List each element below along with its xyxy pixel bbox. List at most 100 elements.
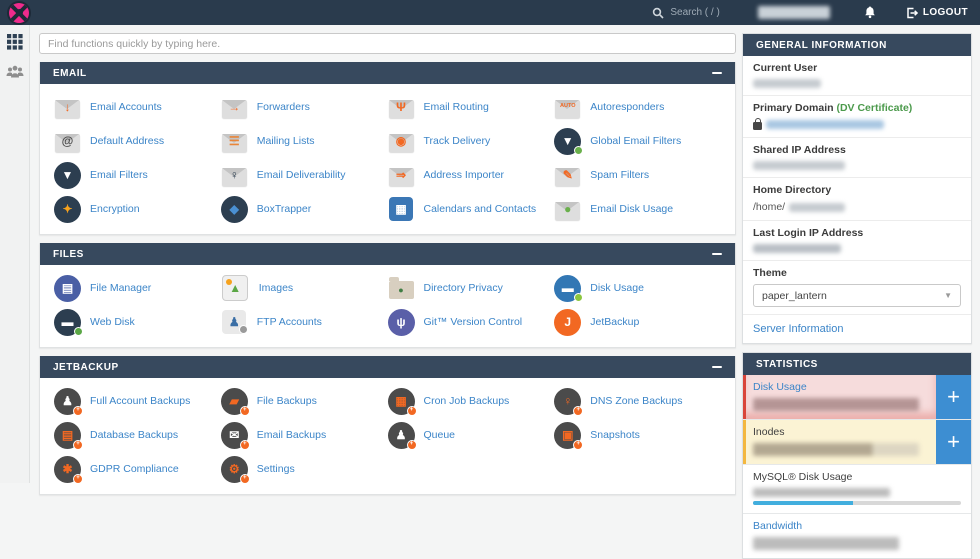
refresh-badge-icon: + [406,439,417,450]
item-autoresponders[interactable]: AUTO Autoresponders [554,94,721,121]
item-ftp-accounts[interactable]: ♟ FTP Accounts [221,310,388,334]
logout-button[interactable]: LOGOUT [906,7,968,19]
item-email-deliverability[interactable]: ♀ Email Deliverability [221,162,388,189]
quick-search-input[interactable] [39,33,736,54]
full-account-backups-icon: ♟ + [54,387,83,416]
item-label: Email Deliverability [256,169,346,181]
theme-value: paper_lantern [762,289,827,302]
item-mailing-lists[interactable]: ☰ Mailing Lists [221,128,388,155]
collapse-icon[interactable] [712,365,722,369]
queue-icon: ♟ + [387,421,417,450]
collapse-icon[interactable] [712,71,722,75]
database-backups-icon: ▤ + [54,421,83,450]
item-directory-privacy[interactable]: ● Directory Privacy [388,277,555,299]
item-email-disk-usage[interactable]: ● Email Disk Usage [554,196,721,223]
dv-certificate-link[interactable]: (DV Certificate) [834,102,912,114]
item-spam-filters[interactable]: ✎ Spam Filters [554,162,721,189]
item-global-email-filters[interactable]: ▼ Global Email Filters [554,127,721,155]
gi-value [753,79,961,88]
item-email-accounts[interactable]: ↓ Email Accounts [54,94,221,121]
item-email-routing[interactable]: Ψ Email Routing [388,94,555,121]
file-backups-icon: ▰ + [220,387,250,416]
item-encryption[interactable]: ✦ Encryption [54,195,221,223]
item-label: Email Routing [423,101,489,113]
theme-select[interactable]: paper_lantern ▼ [753,284,961,307]
user-manager-button[interactable] [6,65,24,79]
default-address-icon: @ [54,128,81,155]
section-title: JETBACKUP [53,361,119,373]
cpanel-logo-icon[interactable] [9,2,29,23]
search-shortcut-label: Search ( / ) [670,7,720,18]
item-git-version-control[interactable]: ψ Git™ Version Control [387,308,555,336]
item-images[interactable]: ▲ Images [221,275,388,301]
blurred-value [789,202,846,212]
item-label: Cron Job Backups [423,395,510,407]
item-file-manager[interactable]: ▤ File Manager [54,274,221,302]
item-label: BoxTrapper [256,203,312,215]
refresh-badge-icon: + [239,439,250,450]
refresh-badge-icon: + [73,473,83,484]
item-label: Encryption [90,203,140,215]
item-dns-zone-backups[interactable]: ♀ + DNS Zone Backups [554,387,721,416]
server-information-link[interactable]: Server Information [743,314,971,343]
gi-label: Home Directory [753,184,832,196]
item-label: Directory Privacy [423,282,503,294]
item-label: Email Accounts [90,101,162,113]
boxtrapper-icon: ◆ [220,195,248,223]
item-jetbackup[interactable]: J JetBackup [554,308,721,336]
file-manager-icon: ▤ [54,274,81,302]
blurred-value [753,79,821,88]
blurred-value [753,443,920,456]
item-snapshots[interactable]: ▣ + Snapshots [554,421,721,450]
grid-icon [6,34,23,50]
item-database-backups[interactable]: ▤ + Database Backups [54,421,221,450]
item-label: File Manager [90,282,152,294]
gi-row-current-user: Current User [743,56,971,95]
notifications-button[interactable] [864,6,876,19]
global-search-button[interactable]: Search ( / ) [652,7,720,19]
item-label: DNS Zone Backups [590,395,683,407]
user-name-blurred[interactable] [757,6,830,19]
add-stat-button[interactable]: + [936,375,971,419]
item-full-account-backups[interactable]: ♟ + Full Account Backups [54,387,221,416]
section-header-email[interactable]: EMAIL [40,62,735,84]
stat-label[interactable]: Bandwidth [753,520,961,532]
item-email-filters[interactable]: ▼ Email Filters [54,161,221,189]
section-grid-files: ▤ File Manager ▲ Images ● Directory Privacy ▬ D… [40,265,735,347]
apps-grid-button[interactable] [6,34,23,50]
email-disk-usage-icon: ● [554,196,581,223]
gi-row-last-login-ip-address: Last Login IP Address [743,220,971,260]
item-label: JetBackup [590,316,640,328]
item-forwarders[interactable]: → Forwarders [221,94,388,121]
item-address-importer[interactable]: ⇒ Address Importer [388,162,555,189]
stat-bandwidth: Bandwidth [743,513,971,558]
progress-fill [753,501,853,505]
item-email-backups[interactable]: ✉ + Email Backups [220,421,388,450]
item-disk-usage[interactable]: ▬ Disk Usage [554,274,721,302]
stat-label[interactable]: Disk Usage [753,381,926,393]
section-header-files[interactable]: FILES [40,243,735,265]
item-label: Calendars and Contacts [423,203,537,215]
search-icon [653,7,664,19]
collapse-icon[interactable] [712,252,722,256]
email-deliverability-icon: ♀ [221,162,248,189]
ftp-accounts-icon: ♟ [222,310,249,334]
item-gdpr-compliance[interactable]: ✱ + GDPR Compliance [54,455,221,484]
stat-label: MySQL® Disk Usage [753,471,853,483]
item-settings[interactable]: ⚙ + Settings [220,455,388,484]
item-label: Full Account Backups [90,395,191,407]
theme-row: Theme paper_lantern ▼ [743,260,971,314]
item-track-delivery[interactable]: ◉ Track Delivery [388,128,555,155]
item-cron-job-backups[interactable]: ▦ + Cron Job Backups [387,387,555,416]
add-stat-button[interactable]: + [936,420,971,464]
gi-label: Shared IP Address [753,144,846,156]
section-header-jetbackup[interactable]: JETBACKUP [40,356,735,378]
item-boxtrapper[interactable]: ◆ BoxTrapper [220,195,388,223]
item-file-backups[interactable]: ▰ + File Backups [220,387,388,416]
item-web-disk[interactable]: ▬ Web Disk [54,308,221,336]
item-label: Default Address [90,135,165,147]
item-default-address[interactable]: @ Default Address [54,128,221,155]
cron-job-backups-icon: ▦ + [387,387,417,416]
item-queue[interactable]: ♟ + Queue [387,421,555,450]
item-calendars-and-contacts[interactable]: ▦ Calendars and Contacts [388,197,555,221]
